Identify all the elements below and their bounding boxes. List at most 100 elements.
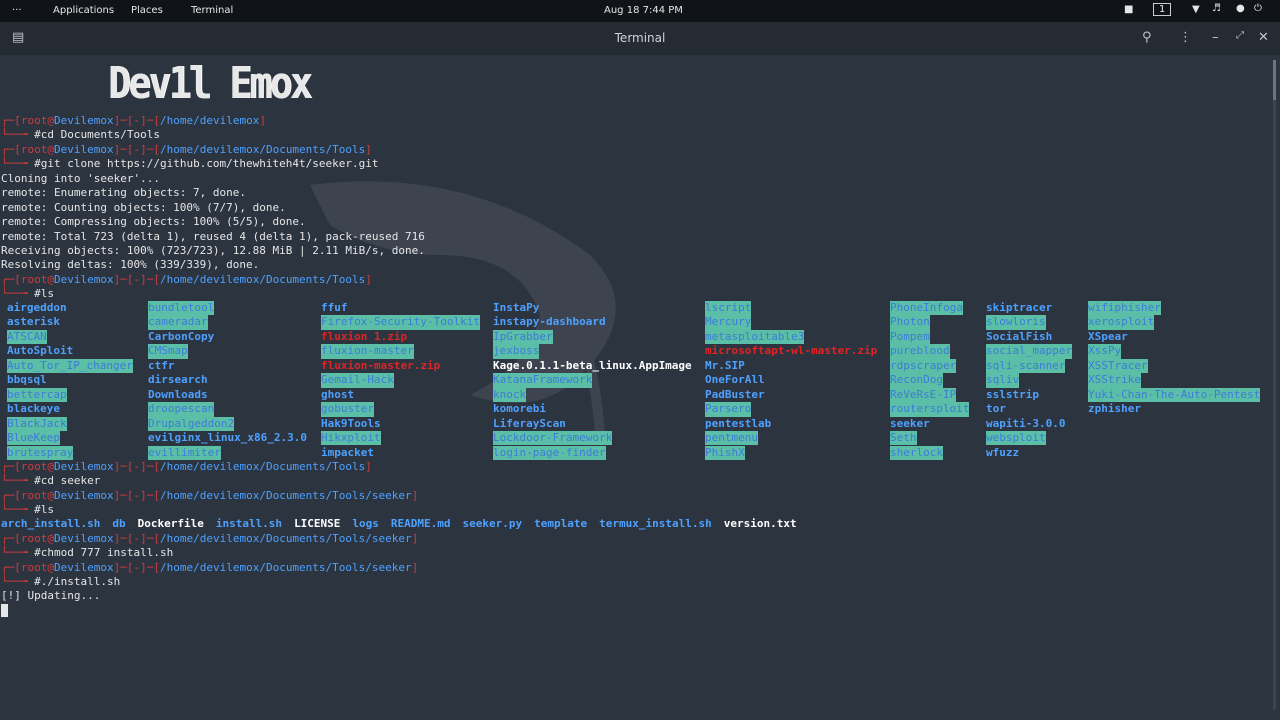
ls-entry: skiptracer (986, 301, 1053, 314)
volume-icon[interactable]: ♬ (1212, 3, 1221, 14)
terminal-area[interactable]: Dev1l Emox ┌─[root@Devilemox]─[-]─[/home… (0, 55, 1280, 720)
ls-entry: CMSmap (148, 344, 188, 359)
ls-entry: social_mapper (986, 344, 1073, 359)
output-line: Receiving objects: 100% (723/723), 12.88… (1, 244, 425, 257)
ls-entry: BlackJack (7, 416, 67, 431)
terminal-app-menu[interactable]: Terminal (191, 5, 233, 16)
ls-entry: gobuster (321, 402, 374, 417)
activities-dots-icon[interactable]: ··· (12, 5, 22, 16)
ls-entry: LiferayScan (493, 416, 566, 430)
ls-entry: ffuf (321, 301, 348, 314)
command-line: └──╼ #git clone https://github.com/thewh… (1, 157, 379, 170)
ls-entry: pentmenu (705, 431, 758, 446)
menu-kebab-icon[interactable]: ⋮ (1179, 30, 1192, 45)
prompt-line: ┌─[root@Devilemox]─[-]─[/home/devilemox/… (1, 273, 372, 286)
ls-entry: wapiti-3.0.0 (986, 416, 1066, 430)
ls-entry: ReconDog (890, 373, 943, 388)
ls-entry: KatanaFramework (493, 373, 593, 388)
ls-entry: ghost (321, 387, 355, 401)
output-line: Cloning into 'seeker'... (1, 172, 160, 185)
command-line: └──╼ #cd seeker (1, 474, 101, 487)
ls-entry: routersploit (890, 402, 970, 417)
ls-entry: Auto_Tor_IP_changer (7, 358, 133, 374)
ls-entry: Drupalgeddon2 (148, 416, 235, 431)
ls-entry: ctfr (148, 358, 175, 372)
ls-entry: bettercap (7, 387, 67, 403)
ls-entry: wifiphisher (1088, 301, 1161, 316)
ls-entry: PhishX (705, 445, 745, 460)
ls-entry: komorebi (493, 402, 546, 416)
ls-entry: seeker (890, 416, 930, 430)
ls-entry: CarbonCopy (148, 329, 215, 343)
search-icon[interactable]: ⚲ (1142, 30, 1152, 45)
places-menu[interactable]: Places (131, 5, 163, 16)
command-line: └──╼ #ls (1, 503, 54, 516)
ls-entry: airgeddon (7, 301, 67, 314)
output-line: remote: Enumerating objects: 7, done. (1, 186, 247, 199)
ls-entry: sqliv (986, 373, 1020, 388)
ls-entry: AutoSploit (7, 344, 74, 358)
ls-entry: version.txt (723, 517, 797, 530)
ls-entry: template (534, 517, 588, 530)
ls-entry: fluxion-master.zip (321, 358, 441, 372)
ascii-banner: Dev1l Emox (108, 58, 313, 109)
scrollbar-thumb[interactable] (1273, 60, 1276, 100)
scrollbar-track[interactable] (1273, 60, 1276, 710)
ls-entry: tor (986, 402, 1006, 416)
ls-entry: README.md (390, 517, 451, 530)
ls-entry: jexboss (493, 344, 540, 359)
ls-entry: knock (493, 387, 527, 403)
ls-entry: SocialFish (986, 329, 1053, 343)
maximize-icon[interactable]: ⤢ (1236, 30, 1244, 41)
ls-entry: arch_install.sh (1, 517, 101, 530)
ls-entry: fluxion 1.zip (321, 329, 408, 343)
ls-entry: Parsero (705, 402, 752, 417)
top-panel: ··· Applications Places Terminal Aug 18 … (0, 0, 1280, 22)
ls-entry: LICENSE (294, 517, 341, 530)
ls-entry: ATSCAN (7, 329, 47, 345)
output-line: [!] Updating... (1, 589, 101, 602)
ls-entry: login-page-finder (493, 445, 606, 460)
ls-entry: droopescan (148, 402, 215, 417)
minimize-icon[interactable]: – (1212, 30, 1219, 45)
command-line: └──╼ #chmod 777 install.sh (1, 546, 174, 559)
ls-entry: slowloris (986, 315, 1046, 330)
text-cursor (1, 604, 8, 617)
ls-entry: wfuzz (986, 445, 1020, 459)
ls-entry: OneForAll (705, 373, 765, 387)
ls-entry: Pompem (890, 329, 930, 345)
ls-entry: Yuki-Chan-The-Auto-Pentest (1088, 387, 1261, 403)
ls-entry: metasploitable3 (705, 329, 805, 345)
ls-entry: websploit (986, 431, 1046, 446)
ls-entry: Dockerfile (137, 517, 204, 530)
ls-entry: zphisher (1088, 402, 1141, 416)
command-line: └──╼ #ls (1, 287, 54, 300)
applications-menu[interactable]: Applications (53, 5, 114, 16)
ls-entry: XSSTracer (1088, 358, 1148, 374)
prompt-line: ┌─[root@Devilemox]─[-]─[/home/devilemox] (1, 114, 266, 127)
ls-entry: PhoneInfoga (890, 301, 963, 316)
output-line: Resolving deltas: 100% (339/339), done. (1, 258, 260, 271)
prompt-line: ┌─[root@Devilemox]─[-]─[/home/devilemox/… (1, 460, 372, 473)
ls-entry: evillimiter (148, 445, 221, 460)
network-icon[interactable]: ▼ (1192, 4, 1200, 15)
ls-entry: lscript (705, 301, 752, 316)
ls-entry: PadBuster (705, 387, 765, 401)
ls-entry: termux_install.sh (599, 517, 712, 530)
prompt-line: ┌─[root@Devilemox]─[-]─[/home/devilemox/… (1, 143, 372, 156)
microphone-icon[interactable]: ● (1236, 3, 1245, 14)
ls-entry: pentestlab (705, 416, 772, 430)
ls-entry: microsoftapt-wl-master.zip (705, 344, 878, 358)
close-icon[interactable]: ✕ (1258, 30, 1269, 45)
ls-entry: Hikxploit (321, 431, 381, 446)
ls-entry: cameradar (148, 315, 208, 330)
workspace-indicator[interactable]: 1 (1153, 3, 1172, 16)
clock[interactable]: Aug 18 7:44 PM (604, 5, 683, 16)
ls-entry: Seth (890, 431, 917, 446)
prompt-line: ┌─[root@Devilemox]─[-]─[/home/devilemox/… (1, 489, 419, 502)
ls-entry: pureblood (890, 344, 950, 359)
power-icon[interactable]: ⏻ (1254, 3, 1262, 14)
ls-entry: IpGrabber (493, 329, 553, 345)
ls-entry: impacket (321, 445, 374, 459)
screencast-icon[interactable]: ■ (1124, 4, 1133, 15)
